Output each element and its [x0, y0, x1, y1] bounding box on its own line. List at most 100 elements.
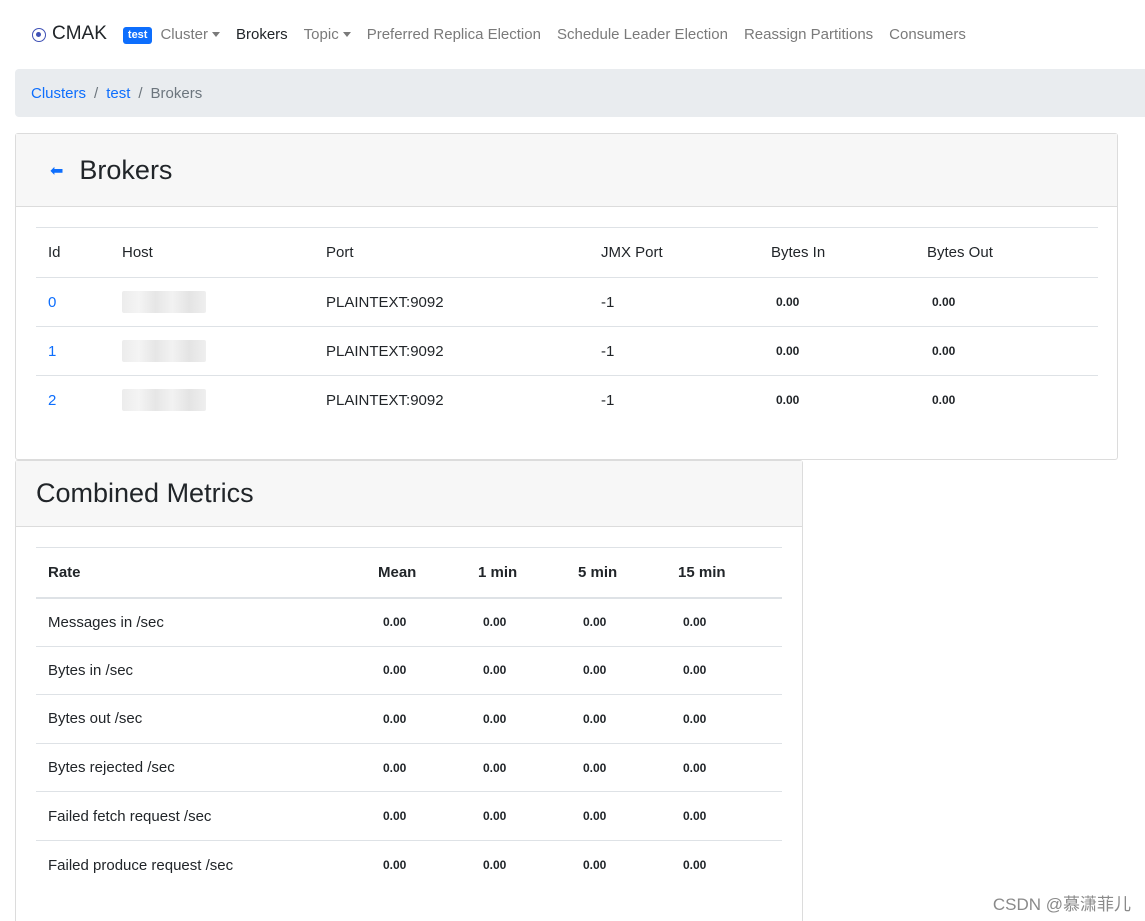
breadcrumb-clusters-link[interactable]: Clusters [31, 85, 86, 102]
table-header-row: Rate Mean 1 min 5 min 15 min [36, 547, 782, 598]
table-row: Messages in /sec 0.00 0.00 0.00 0.00 [36, 598, 782, 647]
metric-5min: 0.00 [583, 615, 607, 630]
nav-consumers[interactable]: Consumers [889, 26, 966, 43]
metric-15min: 0.00 [683, 663, 707, 678]
chevron-down-icon [342, 32, 351, 37]
host-redacted [122, 389, 206, 412]
metric-15min: 0.00 [683, 809, 707, 824]
broker-bytes-in: 0.00 [776, 393, 800, 408]
broker-bytes-in: 0.00 [776, 295, 800, 309]
column-header-id: Id [48, 244, 61, 261]
nav-topic-dropdown[interactable]: Topic [304, 26, 351, 43]
metric-rate-label: Failed fetch request /sec [48, 807, 212, 825]
metric-15min: 0.00 [683, 711, 707, 726]
metric-5min: 0.00 [583, 858, 607, 873]
cluster-badge: test [122, 27, 153, 44]
column-header-rate: Rate [48, 563, 81, 581]
metric-1min: 0.00 [483, 809, 507, 824]
metric-rate-label: Bytes rejected /sec [48, 759, 175, 777]
metric-mean: 0.00 [383, 809, 407, 824]
table-row: 0 PLAINTEXT:9092 -1 0.00 0.00 [36, 278, 1098, 327]
metric-mean: 0.00 [383, 615, 407, 630]
metric-15min: 0.00 [683, 615, 707, 630]
metrics-card-header: Combined Metrics [16, 461, 802, 527]
nav-preferred-replica-election-label: Preferred Replica Election [366, 25, 541, 43]
arrow-left-icon[interactable]: ⬅ [50, 161, 63, 181]
brand-link[interactable]: CMAK [32, 23, 107, 45]
column-header-mean: Mean [378, 563, 417, 581]
nav-reassign-partitions-label: Reassign Partitions [743, 25, 874, 43]
metrics-title: Combined Metrics [36, 478, 254, 508]
column-header-port: Port [326, 244, 354, 261]
host-redacted [122, 340, 206, 362]
metric-mean: 0.00 [383, 711, 407, 726]
brand-name: CMAK [52, 23, 107, 44]
nav-reassign-partitions[interactable]: Reassign Partitions [744, 26, 873, 43]
metric-1min: 0.00 [483, 760, 507, 775]
brokers-title: Brokers [79, 154, 173, 185]
broker-bytes-out: 0.00 [932, 344, 956, 358]
metric-5min: 0.00 [583, 760, 607, 775]
column-header-bytes-out: Bytes Out [927, 244, 993, 261]
nav-schedule-leader-election[interactable]: Schedule Leader Election [557, 26, 728, 43]
metric-mean: 0.00 [383, 858, 407, 873]
nav-schedule-leader-election-label: Schedule Leader Election [556, 25, 728, 43]
metric-1min: 0.00 [483, 615, 507, 630]
metric-5min: 0.00 [583, 711, 607, 726]
breadcrumb-current: Brokers [150, 84, 203, 102]
broker-port: PLAINTEXT:9092 [326, 391, 444, 409]
table-row: Bytes out /sec 0.00 0.00 0.00 0.00 [36, 695, 782, 744]
nav-cluster-dropdown[interactable]: Cluster [160, 26, 220, 43]
column-header-15min: 15 min [678, 563, 726, 581]
table-row: Bytes in /sec 0.00 0.00 0.00 0.00 [36, 646, 782, 695]
metric-1min: 0.00 [483, 663, 507, 678]
brokers-card-header: ⬅ Brokers [16, 134, 1117, 207]
broker-id-link[interactable]: 2 [48, 392, 56, 409]
column-header-5min: 5 min [578, 563, 618, 581]
chevron-down-icon [211, 32, 220, 37]
broker-bytes-in: 0.00 [776, 344, 800, 358]
breadcrumb-separator: / [138, 84, 143, 102]
broker-jmx-port: -1 [601, 293, 615, 311]
column-header-1min: 1 min [478, 563, 518, 581]
table-row: Failed fetch request /sec 0.00 0.00 0.00… [36, 792, 782, 841]
metric-rate-label: Failed produce request /sec [48, 856, 234, 874]
metric-mean: 0.00 [383, 663, 407, 678]
watermark: CSDN @慕潇菲儿 [992, 895, 1131, 914]
table-header-row: Id Host Port JMX Port Bytes In Bytes Out [36, 227, 1098, 278]
nav-brokers-label: Brokers [235, 25, 288, 43]
top-navbar: CMAK test Cluster Brokers Topic Preferre… [0, 0, 1145, 68]
column-header-jmx-port: JMX Port [601, 244, 663, 261]
broker-port: PLAINTEXT:9092 [326, 342, 444, 360]
broker-port: PLAINTEXT:9092 [326, 293, 444, 311]
nav-brokers[interactable]: Brokers [236, 26, 288, 43]
metric-rate-label: Bytes in /sec [48, 661, 134, 679]
metric-1min: 0.00 [483, 711, 507, 726]
host-redacted [122, 291, 206, 313]
breadcrumb-cluster-link[interactable]: test [106, 85, 130, 102]
breadcrumb-separator: / [94, 84, 99, 102]
column-header-host: Host [122, 244, 153, 261]
metric-15min: 0.00 [683, 760, 707, 775]
metric-5min: 0.00 [583, 809, 607, 824]
column-header-bytes-in: Bytes In [771, 244, 826, 261]
broker-bytes-out: 0.00 [932, 393, 956, 408]
broker-jmx-port: -1 [601, 391, 615, 409]
metric-5min: 0.00 [583, 663, 607, 678]
nav-topic-label: Topic [303, 25, 339, 43]
metrics-table: Rate Mean 1 min 5 min 15 min Messages in… [36, 547, 782, 889]
table-row: 2 PLAINTEXT:9092 -1 0.00 0.00 [36, 376, 1098, 425]
brand-logo-icon [32, 28, 46, 42]
metric-15min: 0.00 [683, 858, 707, 873]
metric-mean: 0.00 [383, 760, 407, 775]
nav-cluster-label: Cluster [160, 25, 208, 43]
table-row: Failed produce request /sec 0.00 0.00 0.… [36, 840, 782, 889]
breadcrumb: Clusters / test / Brokers [15, 69, 1145, 117]
metric-1min: 0.00 [483, 858, 507, 873]
table-row: Bytes rejected /sec 0.00 0.00 0.00 0.00 [36, 743, 782, 792]
brokers-card: ⬅ Brokers Id Host Port JMX Port Bytes In… [15, 133, 1118, 460]
nav-preferred-replica-election[interactable]: Preferred Replica Election [367, 26, 541, 43]
table-row: 1 PLAINTEXT:9092 -1 0.00 0.00 [36, 327, 1098, 376]
broker-id-link[interactable]: 0 [48, 294, 56, 311]
broker-id-link[interactable]: 1 [48, 343, 56, 360]
